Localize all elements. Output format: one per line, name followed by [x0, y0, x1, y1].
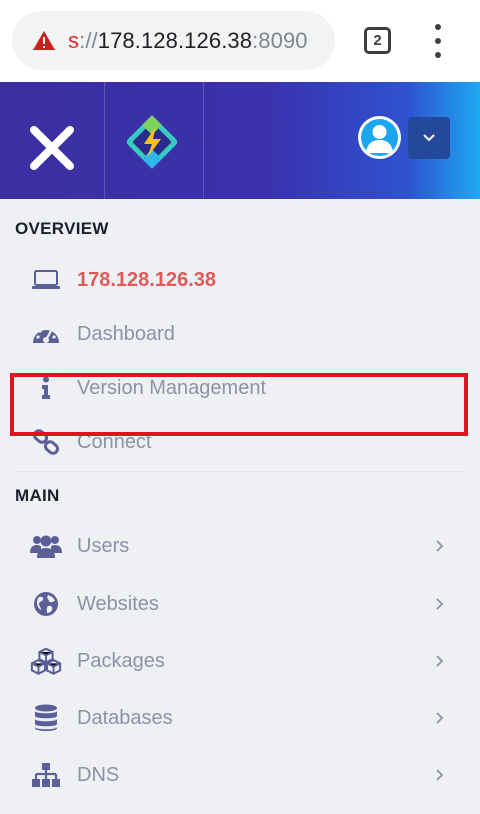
highlight-box-websites: [10, 373, 468, 436]
sidebar-item-label: Users: [77, 534, 130, 557]
section-divider: [15, 471, 465, 472]
chevron-right-icon: [436, 769, 444, 781]
app-header: [0, 82, 480, 199]
dashboard-gauge-icon: [30, 318, 62, 350]
chevron-right-icon: [436, 655, 444, 667]
sidebar-item-websites[interactable]: Websites: [0, 577, 480, 631]
address-bar[interactable]: s://178.128.126.38:8090: [12, 11, 335, 70]
close-icon[interactable]: [24, 120, 80, 176]
database-icon: [30, 702, 62, 734]
url-port: :8090: [252, 27, 308, 53]
sidebar-item-databases[interactable]: Databases: [0, 691, 480, 745]
url-host: 178.128.126.38: [97, 27, 253, 53]
warning-icon: [33, 30, 55, 50]
chevron-down-icon: [423, 134, 435, 142]
section-title-overview: OVERVIEW: [15, 219, 109, 238]
globe-icon: [30, 588, 62, 620]
sidebar-item-dns[interactable]: DNS: [0, 748, 480, 802]
sidebar-item-packages[interactable]: Packages: [0, 634, 480, 688]
sidebar-item-server-ip[interactable]: 178.128.126.38: [0, 253, 480, 307]
users-icon: [30, 530, 62, 562]
section-title-main: MAIN: [15, 486, 60, 505]
sidebar-item-label: 178.128.126.38: [77, 268, 217, 291]
sidebar-item-label: DNS: [77, 763, 120, 786]
browser-toolbar: s://178.128.126.38:8090 2: [0, 0, 480, 82]
url-separator: ://: [79, 27, 98, 53]
sidebar-item-users[interactable]: Users: [0, 519, 480, 573]
chevron-right-icon: [436, 598, 444, 610]
chevron-right-icon: [436, 712, 444, 724]
user-menu-dropdown[interactable]: [408, 117, 450, 159]
header-divider: [104, 82, 105, 199]
url-text: s://178.128.126.38:8090: [68, 28, 308, 54]
user-avatar-icon[interactable]: [358, 116, 401, 159]
app-logo[interactable]: [122, 112, 182, 172]
sitemap-icon: [30, 759, 62, 791]
sidebar-item-dashboard[interactable]: Dashboard: [0, 307, 480, 361]
sidebar-item-label: Dashboard: [77, 322, 175, 345]
url-scheme: s: [68, 27, 80, 53]
sidebar-item-label: Databases: [77, 706, 173, 729]
sidebar-menu: OVERVIEW 178.128.126.38 Dashboard Versio…: [0, 199, 480, 814]
cubes-icon: [30, 645, 62, 677]
browser-menu-icon[interactable]: [428, 24, 448, 58]
tab-switcher-button[interactable]: 2: [364, 27, 391, 54]
sidebar-item-label: Packages: [77, 649, 165, 672]
laptop-icon: [30, 264, 62, 296]
chevron-right-icon: [436, 540, 444, 552]
sidebar-item-label: Websites: [77, 592, 159, 615]
header-divider: [203, 82, 204, 199]
